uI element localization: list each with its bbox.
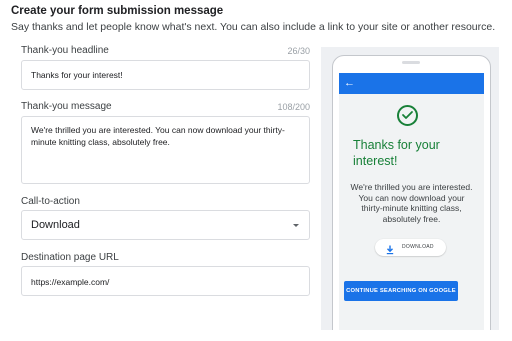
url-label: Destination page URL — [21, 252, 119, 263]
preview-panel: ← Thanks for your interest! We're thrill… — [321, 47, 499, 330]
continue-searching-button[interactable]: CONTINUE SEARCHING ON GOOGLE — [344, 281, 458, 301]
headline-input[interactable]: Thanks for your interest! — [21, 60, 310, 90]
page-title: Create your form submission message — [11, 5, 224, 17]
url-input[interactable]: https://example.com/ — [21, 266, 310, 296]
headline-input-value: Thanks for your interest! — [31, 70, 123, 80]
message-char-count: 108/200 — [277, 102, 310, 112]
url-section: Destination page URL https://example.com… — [21, 252, 310, 297]
message-textarea-value: We're thrilled you are interested. You c… — [31, 125, 285, 147]
headline-char-count: 26/30 — [287, 46, 310, 56]
cta-select-value: Download — [31, 219, 80, 231]
headline-section: Thank-you headline 26/30 Thanks for your… — [21, 45, 310, 90]
arrow-back-icon[interactable]: ← — [344, 76, 355, 90]
cta-select[interactable]: Download — [21, 210, 310, 240]
preview-content: Thanks for your interest! We're thrilled… — [339, 94, 484, 330]
message-textarea[interactable]: We're thrilled you are interested. You c… — [21, 116, 310, 184]
dropdown-arrow-icon — [293, 224, 299, 227]
preview-headline: Thanks for your interest! — [353, 138, 440, 168]
message-label: Thank-you message — [21, 101, 112, 112]
preview-app-bar: ← — [339, 73, 484, 94]
phone-speaker — [402, 61, 420, 64]
page-subtitle: Say thanks and let people know what's ne… — [11, 21, 496, 33]
cta-section: Call-to-action Download — [21, 196, 310, 241]
headline-label: Thank-you headline — [21, 45, 109, 56]
preview-message: We're thrilled you are interested. You c… — [350, 182, 473, 224]
download-button[interactable]: DOWNLOAD — [375, 239, 446, 256]
check-circle-icon — [397, 105, 418, 126]
url-input-value: https://example.com/ — [31, 277, 110, 287]
phone-frame: ← Thanks for your interest! We're thrill… — [332, 55, 491, 330]
download-icon — [386, 242, 394, 260]
cta-label: Call-to-action — [21, 196, 80, 207]
message-section: Thank-you message 108/200 We're thrilled… — [21, 101, 310, 185]
download-button-label: DOWNLOAD — [402, 244, 434, 250]
